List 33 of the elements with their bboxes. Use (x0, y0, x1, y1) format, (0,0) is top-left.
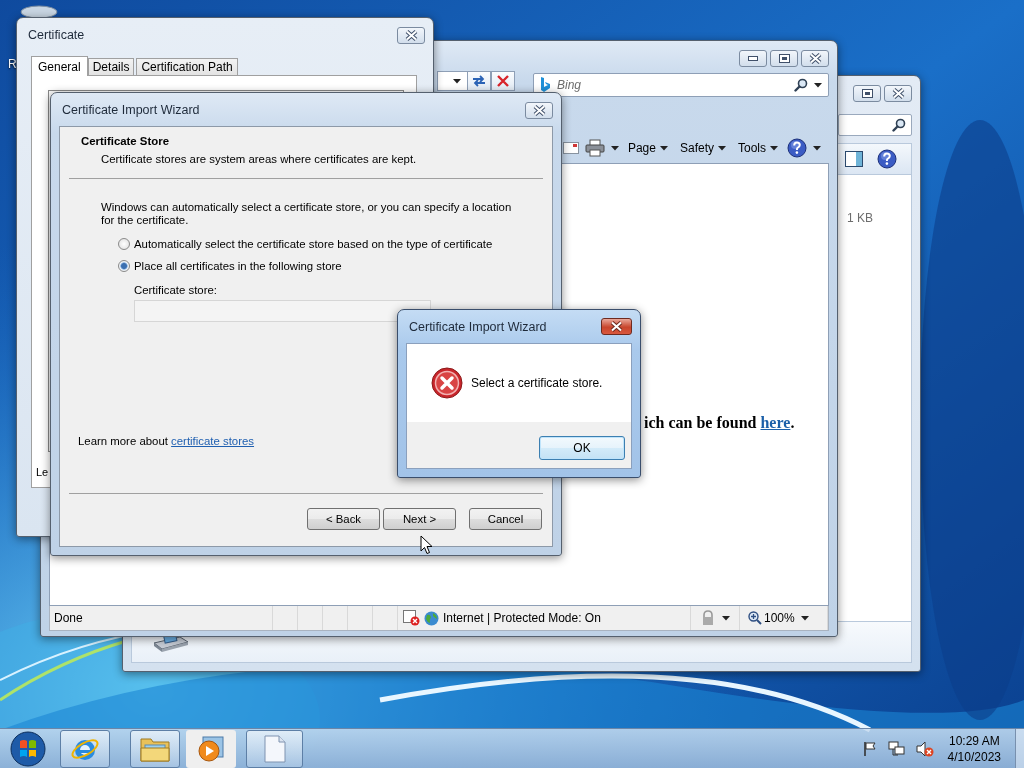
wizard-button[interactable]: Cancel (469, 508, 542, 530)
window-title: Certificate Import Wizard (61, 102, 200, 117)
radio-option[interactable]: Place all certificates in the following store (118, 260, 552, 272)
page-text: ich can be found here. (644, 414, 796, 432)
menu-button[interactable]: Tools (735, 139, 781, 157)
radio-option[interactable]: Automatically select the certificate store based on the type of certificate (118, 238, 552, 250)
desktop-icon-label[interactable]: R (8, 57, 17, 71)
wizard-button[interactable]: Next > (383, 508, 456, 530)
error-message: Select a certificate store. (471, 376, 603, 390)
tab[interactable]: Details (87, 58, 135, 75)
security-zone-text: Internet | Protected Mode: On (443, 611, 601, 625)
window-title: Certificate (27, 27, 85, 42)
link[interactable]: certificate stores (171, 435, 255, 447)
section-description: Certificate stores are system areas where certificates are kept. (101, 153, 418, 165)
ok-button[interactable]: OK (539, 436, 625, 460)
field-label: Certificate store: (134, 284, 218, 296)
zoom-level[interactable]: 100% (764, 611, 795, 625)
clock[interactable]: 10:29 AM 4/10/2023 (947, 732, 1001, 765)
file-size: 1 KB (847, 211, 873, 225)
dialog-title: Certificate Import Wizard (408, 319, 547, 334)
tab[interactable]: Certification Path (136, 58, 238, 75)
status-text: Done (54, 611, 83, 625)
label: Le (36, 466, 49, 478)
search-field[interactable]: Bing (533, 73, 829, 97)
menu-button[interactable]: Safety (676, 139, 729, 157)
tab[interactable]: General (31, 56, 88, 76)
instruction-text: Windows can automatically select a certificate store, or you can specify a location for the certificate. (101, 201, 513, 227)
link[interactable]: here (760, 414, 791, 431)
time: 10:29 AM (948, 732, 1000, 749)
section-heading: Certificate Store (81, 135, 170, 147)
menu-button[interactable]: Page (624, 139, 671, 157)
wizard-button[interactable]: < Back (307, 508, 380, 530)
date: 4/10/2023 (947, 748, 1001, 765)
